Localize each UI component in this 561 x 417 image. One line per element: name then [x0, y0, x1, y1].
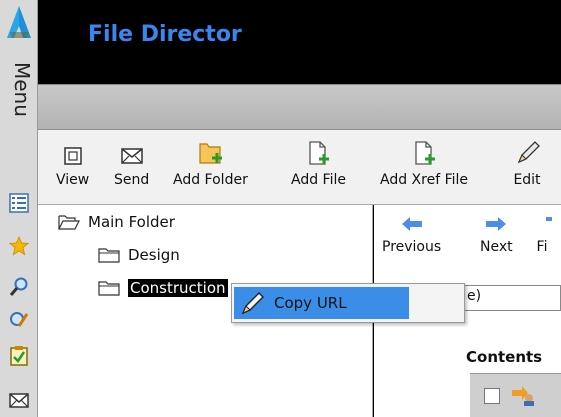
menu-label: Menu: [10, 62, 34, 117]
context-menu: Copy URL: [231, 283, 465, 323]
view-button[interactable]: View: [56, 136, 89, 188]
previous-button[interactable]: Previous: [382, 215, 441, 255]
checklist-icon[interactable]: [9, 346, 29, 366]
partial-toolbar-button[interactable]: Fi: [530, 215, 554, 255]
double-arrow-left-icon: [401, 217, 422, 231]
menu-toggle[interactable]: Menu: [3, 60, 37, 140]
header-band: [38, 84, 561, 130]
filter-input[interactable]: e): [462, 285, 561, 311]
partial-icon: [546, 217, 552, 221]
copy-url-menu-item[interactable]: Copy URL: [234, 287, 409, 319]
contents-header-bar: [470, 373, 561, 417]
pencil-icon: [241, 292, 264, 315]
select-all-checkbox[interactable]: [484, 388, 500, 404]
star-icon[interactable]: [9, 236, 29, 256]
add-folder-icon: [199, 143, 223, 164]
add-xref-file-button[interactable]: Add Xref File: [380, 136, 468, 188]
contents-heading: Contents: [466, 348, 543, 366]
tree-item-main-folder[interactable]: Main Folder: [58, 210, 175, 234]
app-header: File Director: [38, 0, 561, 84]
toolbar: View Send Add Folder Add File Add Xref F…: [38, 130, 561, 205]
list-icon[interactable]: [9, 193, 29, 213]
add-file-icon: [309, 141, 330, 165]
send-button[interactable]: Send: [114, 136, 149, 188]
envelope-icon: [120, 148, 143, 164]
edit-search-icon[interactable]: [9, 310, 29, 330]
view-icon: [63, 147, 82, 165]
folder-icon: [98, 248, 120, 263]
edit-button[interactable]: Edit: [513, 136, 541, 188]
app-title: File Director: [88, 22, 242, 47]
envelope-icon[interactable]: [9, 390, 29, 410]
tree-item-construction[interactable]: Construction: [98, 276, 228, 300]
left-rail: Menu: [0, 0, 38, 417]
folder-icon: [98, 281, 120, 296]
logo-icon: [7, 6, 31, 38]
pencil-icon: [517, 141, 540, 164]
add-folder-button[interactable]: Add Folder: [173, 136, 248, 188]
add-xref-file-icon: [415, 141, 435, 165]
users-icon[interactable]: [510, 382, 536, 406]
next-button[interactable]: Next: [480, 215, 513, 255]
tree-item-design[interactable]: Design: [98, 243, 180, 267]
add-file-button[interactable]: Add File: [291, 136, 346, 188]
search-icon[interactable]: [9, 277, 29, 297]
double-arrow-right-icon: [486, 217, 507, 231]
open-folder-icon: [58, 215, 80, 230]
